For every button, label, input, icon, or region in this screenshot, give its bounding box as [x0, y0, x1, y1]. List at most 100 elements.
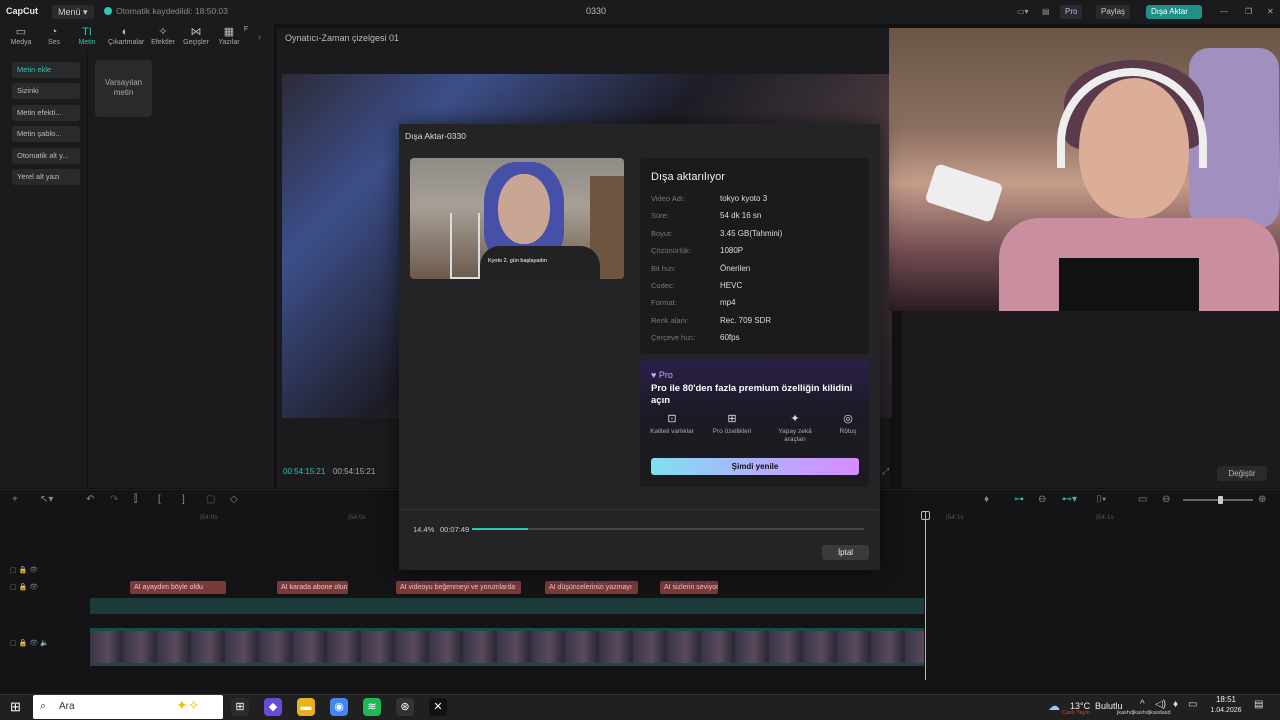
shortcuts-icon[interactable]: ▤ — [1037, 5, 1055, 19]
screen-icon[interactable]: ▭ — [1138, 494, 1147, 505]
clock-date[interactable]: 1.04.2026 — [1203, 707, 1249, 714]
microphone-icon[interactable]: ♦ — [1173, 699, 1178, 710]
split-icon[interactable]: ⫿ — [134, 494, 137, 505]
task-view-icon[interactable]: ⊞ — [231, 698, 249, 716]
renew-now-button[interactable]: Şimdi yenile — [651, 458, 859, 475]
tab-transitions[interactable]: ⋈ Geçişler — [179, 26, 213, 50]
close-icon[interactable]: ✕ — [1262, 5, 1279, 19]
track-controls[interactable]: ▢ 🔒 👁 — [10, 583, 38, 591]
minimize-icon[interactable]: — — [1215, 5, 1233, 19]
pro-heading: Pro ile 80'den fazla premium özelliğin k… — [651, 383, 853, 406]
caption-clip[interactable]: AI sizlerin seviyoru — [660, 581, 718, 594]
select-tool-icon[interactable]: ↖▾ — [40, 494, 53, 505]
playhead[interactable] — [925, 512, 926, 680]
capcut-icon[interactable]: ✕ — [429, 698, 447, 716]
mic-icon[interactable]: ♦ — [984, 494, 989, 505]
windows-start-icon[interactable]: ⊞ — [10, 699, 21, 715]
zoom-in-icon[interactable]: ⊕ — [1258, 494, 1266, 505]
pro-feature: ◎ Rötuş — [820, 413, 876, 436]
sidebar-item-yours[interactable]: Sizinki — [12, 83, 80, 99]
layout-icon[interactable]: ▭▾ — [1012, 5, 1034, 19]
zoom-out-icon[interactable]: ⊖ — [1162, 494, 1170, 505]
tab-effects[interactable]: ✧ Efektler — [146, 26, 180, 50]
menu-button[interactable]: Menü ▾ — [52, 5, 94, 19]
undo-icon[interactable]: ↶ — [86, 494, 94, 505]
chevron-right-icon[interactable]: › — [258, 32, 261, 42]
info-value: Önerilen — [720, 264, 751, 273]
sidebar-item-add-text[interactable]: Metin ekle — [12, 62, 80, 78]
caption-clip[interactable]: AI ayaydım böyle oldu — [130, 581, 226, 594]
caption-icon[interactable]: ⌷▾ — [1096, 494, 1106, 505]
sidebar-item-text-templates[interactable]: Metin şablo... — [12, 126, 80, 142]
info-value: 1080P — [720, 246, 744, 255]
info-value: Rec. 709 SDR — [720, 316, 772, 325]
tray-live-label: Canlı Yayın — [1062, 710, 1090, 716]
obs-icon[interactable]: ⊛ — [396, 698, 414, 716]
asset-panel — [88, 52, 274, 488]
split-left-icon[interactable]: [ — [158, 494, 161, 505]
pro-badge: ♥ Pro — [651, 370, 673, 380]
tab-label: Geçişler — [183, 39, 209, 46]
info-value: tokyo kyoto 3 — [720, 194, 768, 203]
delete-icon[interactable]: ▢ — [206, 494, 215, 505]
effects-icon: ✧ — [158, 26, 168, 38]
info-label: Format: — [651, 298, 677, 307]
chrome-icon[interactable]: ◉ — [330, 698, 348, 716]
pro-button[interactable]: Pro — [1060, 5, 1083, 19]
cancel-button[interactable]: İptal — [822, 545, 869, 560]
divider — [400, 509, 879, 510]
zoom-slider-handle[interactable] — [1218, 496, 1223, 504]
tab-text[interactable]: TI Metin — [70, 26, 104, 50]
caption-clip[interactable]: AI videoyu beğenmeyi ve yorumlarda — [396, 581, 521, 594]
redo-icon[interactable]: ↷ — [110, 494, 118, 505]
preview-axis-icon[interactable]: ⊖ — [1038, 494, 1046, 505]
title-bar: CapCut Menü ▾ Otomatik kaydedildi: 18:50… — [0, 0, 1280, 24]
sidebar-item-auto-captions[interactable]: Otomatik alt y... — [12, 148, 80, 164]
share-button[interactable]: Paylaş — [1096, 5, 1131, 19]
sidebar-item-text-effects[interactable]: Metin efekti... — [12, 105, 80, 121]
sidebar-item-local-captions[interactable]: Yerel alt yazı — [12, 169, 80, 185]
volume-icon[interactable]: ◁) — [1155, 699, 1166, 710]
copilot-icon[interactable]: ◆ — [264, 698, 282, 716]
total-timecode: 00:54:15:21 — [333, 467, 376, 476]
details-panel — [902, 311, 1280, 488]
tab-label: Ses — [47, 39, 61, 46]
notification-icon[interactable]: ▤ — [1254, 699, 1263, 710]
tab-filters[interactable]: F — [240, 26, 252, 50]
export-button[interactable]: Dışa Aktar — [1146, 5, 1202, 19]
track-controls[interactable]: ▢ 🔒 👁 — [10, 566, 38, 574]
pro-feature-label: Kaliteli varlıklar — [650, 428, 694, 435]
shield-icon[interactable]: ◇ — [230, 494, 238, 505]
add-icon[interactable]: + — [12, 494, 18, 505]
default-text-card[interactable]: Varsayılan metin — [95, 60, 152, 117]
media-icon: ▭ — [15, 26, 27, 38]
face — [498, 174, 550, 244]
search-icon: ⌕ — [40, 700, 47, 712]
tab-stickers[interactable]: ◐ Çıkartmalar — [108, 26, 144, 50]
info-label: Çerçeve hızı: — [651, 333, 696, 342]
tab-label: F — [243, 26, 249, 33]
info-value: 3.45 GB(Tahmini) — [720, 229, 783, 238]
track-controls[interactable]: ▢ 🔒 👁 🔈 — [10, 639, 49, 647]
file-explorer-icon[interactable]: ▬ — [297, 698, 315, 716]
chevron-up-icon[interactable]: ^ — [1140, 699, 1145, 710]
video-track-clip[interactable] — [90, 628, 924, 666]
spotify-icon[interactable]: ≋ — [363, 698, 381, 716]
change-button[interactable]: Değiştir — [1217, 466, 1267, 481]
network-icon[interactable]: ▭ — [1188, 699, 1197, 710]
split-right-icon[interactable]: ] — [182, 494, 185, 505]
playhead-handle[interactable] — [921, 511, 930, 520]
info-value: mp4 — [720, 298, 736, 307]
info-label: Süre: — [651, 211, 669, 220]
maximize-icon[interactable]: ❐ — [1240, 5, 1257, 19]
caption-clip[interactable]: AI düşüncelerinizi yazmayı — [545, 581, 638, 594]
snap-icon[interactable]: ⊷▾ — [1062, 494, 1077, 505]
fullscreen-icon[interactable]: ⤢ — [882, 466, 889, 477]
autosave-text: Otomatik kaydedildi: 18:50:03 — [116, 6, 228, 16]
link-icon[interactable]: ⊶ — [1014, 494, 1024, 505]
clock-time[interactable]: 18:51 — [1211, 695, 1241, 704]
tab-audio[interactable]: ◔ Ses — [37, 26, 71, 50]
caption-clip[interactable]: AI karada abone olun — [277, 581, 348, 594]
text-track[interactable] — [90, 598, 924, 614]
tab-media[interactable]: ▭ Medya — [4, 26, 38, 50]
